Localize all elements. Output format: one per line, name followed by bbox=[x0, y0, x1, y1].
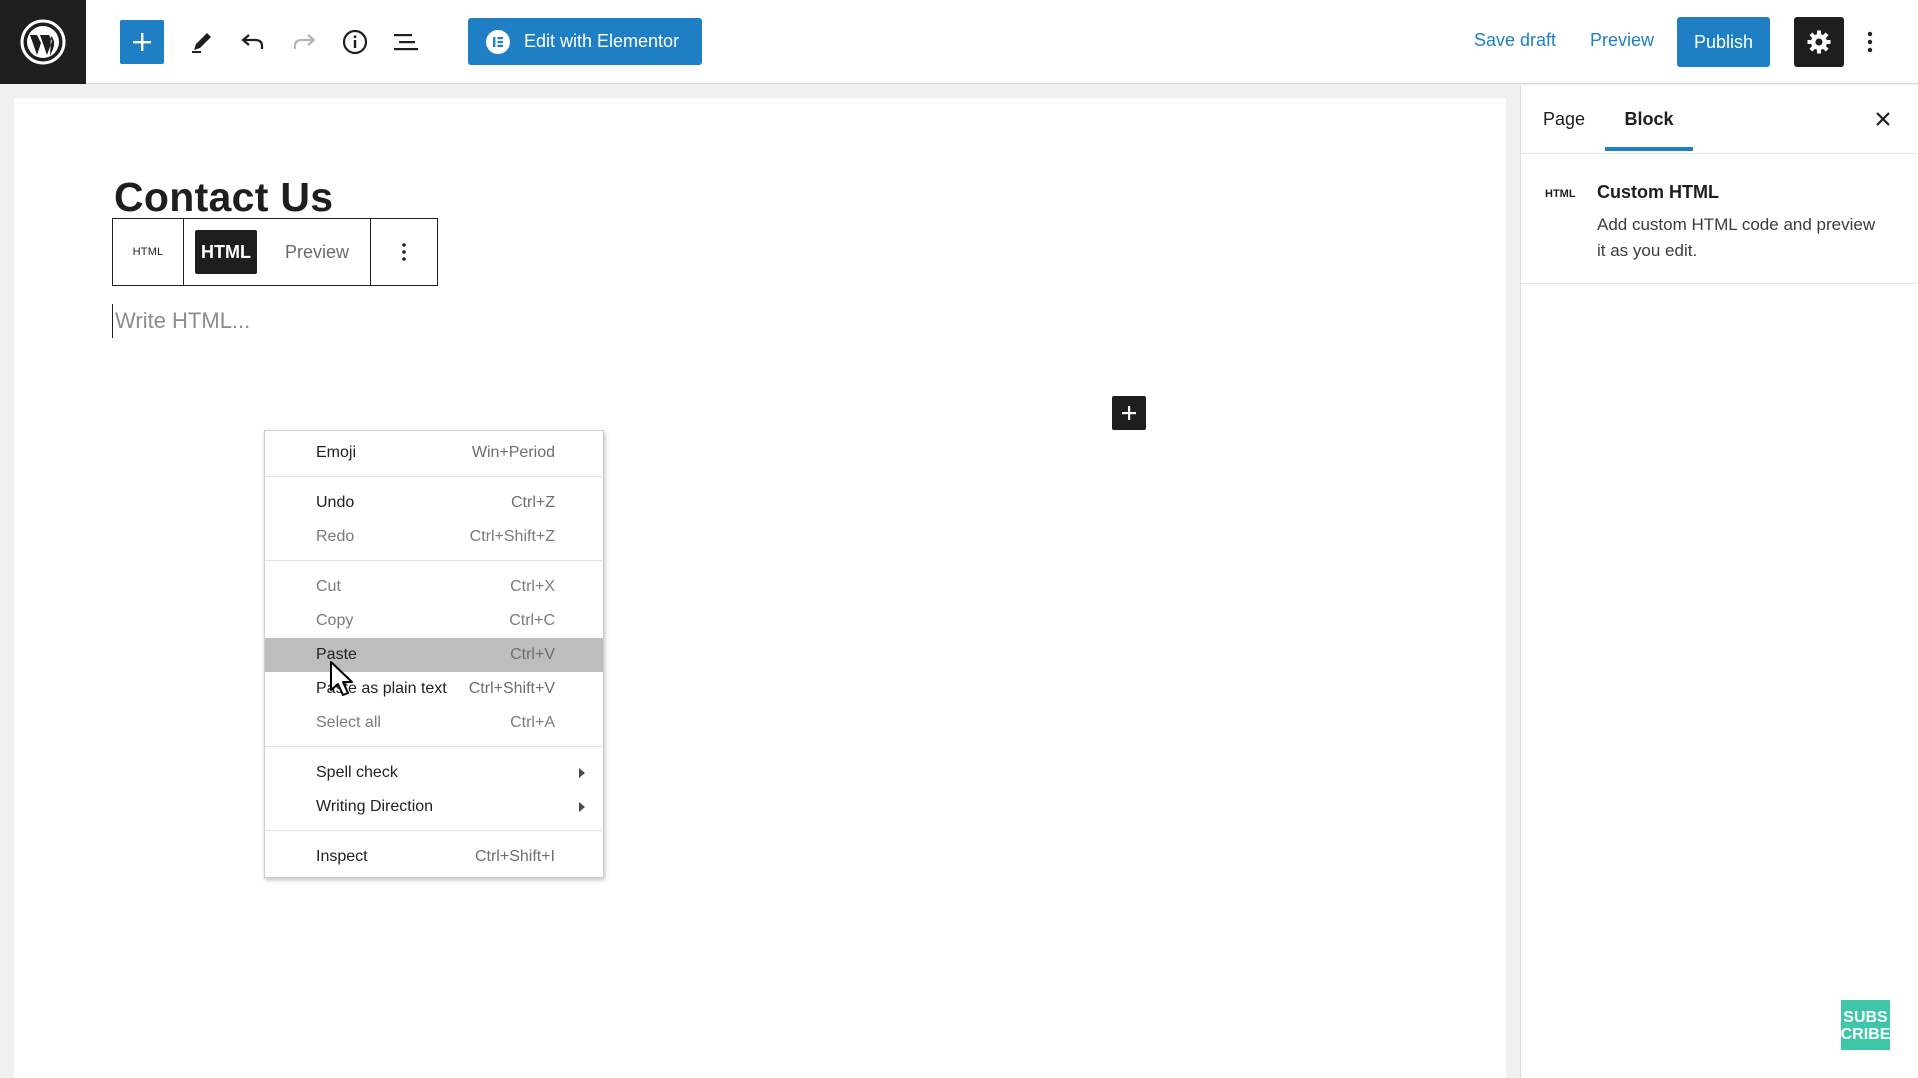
block-card-title: Custom HTML bbox=[1597, 182, 1719, 202]
redo-button[interactable] bbox=[282, 20, 326, 64]
context-menu-cut[interactable]: Cut Ctrl+X bbox=[265, 570, 603, 604]
settings-sidebar: Page Block HTML Custom HTML Add custom H… bbox=[1520, 85, 1918, 1078]
close-sidebar-button[interactable] bbox=[1865, 101, 1901, 137]
edit-with-elementor-label: Edit with Elementor bbox=[524, 31, 680, 51]
sidebar-tabs: Page Block bbox=[1521, 85, 1918, 153]
subscribe-watermark[interactable]: SUBS CRIBE bbox=[1841, 1000, 1890, 1050]
html-code-input[interactable] bbox=[112, 304, 617, 338]
menu-item-label: Undo bbox=[316, 494, 355, 511]
elementor-icon bbox=[486, 29, 510, 54]
options-button[interactable] bbox=[1858, 22, 1882, 62]
gear-icon bbox=[1807, 30, 1831, 54]
subscribe-line-1: SUBS bbox=[1843, 1008, 1888, 1026]
menu-separator bbox=[265, 746, 603, 747]
menu-separator bbox=[265, 830, 603, 831]
menu-item-shortcut: Ctrl+Shift+I bbox=[474, 848, 555, 865]
preview-button[interactable]: Preview bbox=[1590, 30, 1654, 51]
redo-icon bbox=[293, 34, 316, 49]
close-icon bbox=[1876, 112, 1890, 126]
block-options-button[interactable] bbox=[371, 219, 437, 285]
context-menu: Emoji Win+Period Undo Ctrl+Z Redo Ctrl+S… bbox=[264, 430, 604, 878]
save-draft-button[interactable]: Save draft bbox=[1474, 30, 1556, 51]
menu-item-shortcut: Ctrl+Shift+Z bbox=[469, 528, 555, 545]
pencil-icon bbox=[192, 33, 211, 53]
add-block-button[interactable] bbox=[1112, 396, 1146, 430]
info-icon bbox=[342, 29, 368, 55]
menu-item-label: Inspect bbox=[316, 848, 368, 865]
tab-page[interactable]: Page bbox=[1543, 85, 1585, 153]
subscribe-line-2: CRIBE bbox=[1840, 1025, 1891, 1043]
menu-item-label: Select all bbox=[316, 714, 381, 731]
menu-item-label: Writing Direction bbox=[316, 798, 434, 815]
menu-item-shortcut: Ctrl+C bbox=[509, 612, 555, 629]
list-view-icon bbox=[394, 34, 418, 51]
context-menu-emoji[interactable]: Emoji Win+Period bbox=[265, 436, 603, 470]
context-menu-paste-plain-text[interactable]: Paste as plain text Ctrl+Shift+V bbox=[265, 672, 603, 706]
html-tab-button[interactable]: HTML bbox=[195, 230, 257, 274]
plus-icon bbox=[133, 33, 151, 51]
context-menu-writing-direction[interactable]: Writing Direction bbox=[265, 790, 603, 824]
undo-button[interactable] bbox=[231, 20, 275, 64]
block-card: HTML Custom HTML Add custom HTML code an… bbox=[1521, 153, 1917, 284]
html-preview-toggle-group: HTML Preview bbox=[184, 219, 371, 285]
context-menu-undo[interactable]: Undo Ctrl+Z bbox=[265, 486, 603, 520]
context-menu-redo[interactable]: Redo Ctrl+Shift+Z bbox=[265, 520, 603, 554]
context-menu-select-all[interactable]: Select all Ctrl+A bbox=[265, 706, 603, 740]
menu-item-shortcut: Ctrl+X bbox=[510, 578, 555, 595]
menu-item-shortcut: Ctrl+A bbox=[510, 714, 555, 731]
menu-item-label: Cut bbox=[316, 578, 341, 595]
menu-separator bbox=[265, 560, 603, 561]
menu-item-label: Spell check bbox=[316, 764, 398, 781]
tab-block[interactable]: Block bbox=[1605, 85, 1693, 153]
menu-item-label: Paste bbox=[316, 646, 357, 663]
context-menu-paste[interactable]: Paste Ctrl+V bbox=[265, 638, 603, 672]
submenu-arrow-icon bbox=[579, 768, 585, 778]
undo-icon bbox=[241, 34, 264, 49]
tools-button[interactable] bbox=[180, 20, 224, 64]
publish-button[interactable]: Publish bbox=[1677, 17, 1770, 67]
html-block-icon: HTML bbox=[1545, 188, 1576, 200]
context-menu-copy[interactable]: Copy Ctrl+C bbox=[265, 604, 603, 638]
settings-button[interactable] bbox=[1794, 17, 1844, 67]
preview-tab-button[interactable]: Preview bbox=[285, 242, 349, 263]
menu-item-label: Paste as plain text bbox=[316, 680, 447, 697]
menu-item-shortcut: Win+Period bbox=[471, 444, 555, 461]
menu-item-label: Emoji bbox=[316, 444, 357, 461]
block-toolbar: HTML HTML Preview bbox=[112, 218, 438, 286]
menu-item-shortcut: Ctrl+V bbox=[510, 646, 555, 663]
menu-item-label: Copy bbox=[316, 612, 354, 629]
wordpress-logo-icon bbox=[20, 19, 66, 65]
list-view-button[interactable] bbox=[384, 20, 428, 64]
context-menu-inspect[interactable]: Inspect Ctrl+Shift+I bbox=[265, 840, 603, 874]
submenu-arrow-icon bbox=[579, 802, 585, 812]
block-type-switcher[interactable]: HTML bbox=[113, 219, 184, 285]
edit-with-elementor-button[interactable]: Edit with Elementor bbox=[468, 18, 702, 65]
plus-icon bbox=[1122, 406, 1136, 420]
menu-item-shortcut: Ctrl+Z bbox=[511, 494, 555, 511]
page-title[interactable]: Contact Us bbox=[114, 174, 333, 221]
details-button[interactable] bbox=[333, 20, 377, 64]
block-inserter-button[interactable] bbox=[120, 20, 164, 64]
active-tab-indicator bbox=[1605, 147, 1693, 151]
menu-item-shortcut: Ctrl+Shift+V bbox=[468, 680, 555, 697]
context-menu-spell-check[interactable]: Spell check bbox=[265, 756, 603, 790]
wordpress-logo-button[interactable] bbox=[0, 0, 86, 84]
block-card-description: Add custom HTML code and preview it as y… bbox=[1597, 215, 1876, 260]
menu-item-label: Redo bbox=[316, 528, 355, 545]
more-vertical-icon bbox=[1867, 31, 1873, 53]
editor-top-toolbar: Edit with Elementor Save draft Preview P… bbox=[0, 0, 1918, 84]
more-vertical-icon bbox=[402, 243, 406, 261]
menu-separator bbox=[265, 476, 603, 477]
